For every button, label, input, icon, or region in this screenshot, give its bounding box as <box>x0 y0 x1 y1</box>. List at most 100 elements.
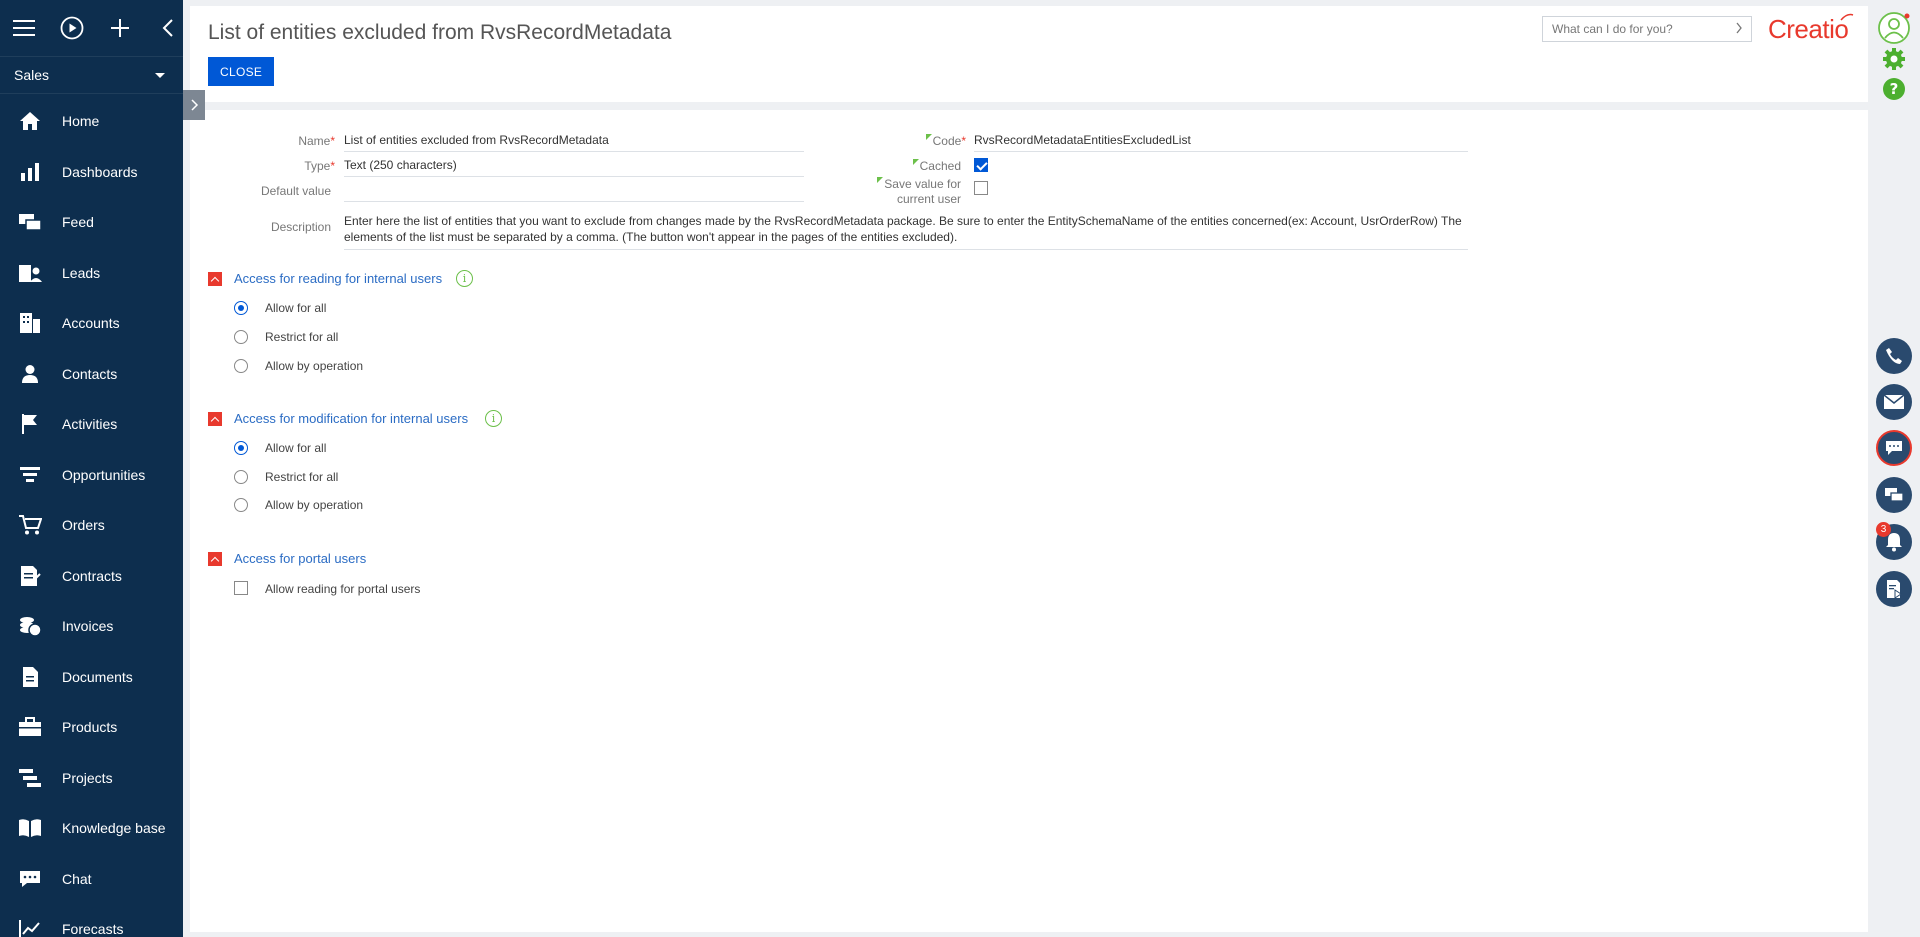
sidebar-item-invoices[interactable]: Invoices <box>0 601 183 652</box>
sidebar-item-orders[interactable]: Orders <box>0 500 183 551</box>
sidebar-item-documents[interactable]: Documents <box>0 652 183 703</box>
right-rail: ? 3 <box>1868 0 1920 937</box>
hamburger-menu-icon[interactable] <box>12 16 36 40</box>
forecast-icon <box>18 917 42 937</box>
default-value-field[interactable] <box>344 183 804 202</box>
bar-chart-icon <box>18 160 42 184</box>
email-button[interactable] <box>1876 384 1912 420</box>
radio-label: Allow for all <box>265 301 327 315</box>
command-line[interactable] <box>1542 16 1752 42</box>
modification-restrict-all-radio[interactable] <box>234 470 248 484</box>
info-icon[interactable]: i <box>485 410 502 427</box>
play-process-icon[interactable] <box>60 16 84 40</box>
email-icon <box>1876 384 1912 420</box>
conversation-icon <box>1876 477 1912 513</box>
expand-panel-tab[interactable] <box>183 90 205 120</box>
cached-checkbox[interactable] <box>974 158 988 172</box>
close-button[interactable]: CLOSE <box>208 57 275 86</box>
code-label: Code* <box>890 134 966 148</box>
settings-gear[interactable] <box>1876 45 1912 73</box>
sidebar-item-leads[interactable]: Leads <box>0 248 183 299</box>
portal-reading-checkbox[interactable] <box>234 581 248 595</box>
sidebar-item-label: Leads <box>62 264 101 281</box>
sidebar-item-accounts[interactable]: Accounts <box>0 298 183 349</box>
sidebar-item-projects[interactable]: Projects <box>0 753 183 804</box>
chevron-left-icon[interactable] <box>156 16 180 40</box>
sidebar-item-dashboards[interactable]: Dashboards <box>0 147 183 198</box>
info-icon[interactable]: i <box>456 270 473 287</box>
gear-icon <box>1883 48 1905 70</box>
description-field[interactable]: Enter here the list of entities that you… <box>344 213 1468 250</box>
sidebar-item-products[interactable]: Products <box>0 702 183 753</box>
sidebar-item-contacts[interactable]: Contacts <box>0 349 183 400</box>
cart-icon <box>18 513 42 537</box>
building-icon <box>18 311 42 335</box>
reading-group-toggle[interactable] <box>208 272 222 286</box>
chat-icon <box>18 867 42 891</box>
search-input[interactable] <box>1552 22 1730 36</box>
feed-icon <box>18 210 42 234</box>
radio-label: Allow by operation <box>265 498 364 512</box>
svg-text:?: ? <box>1890 80 1899 98</box>
chat-panel-button[interactable] <box>1876 430 1912 466</box>
sidebar-item-knowledge-base[interactable]: Knowledge base <box>0 803 183 854</box>
modification-group-toggle[interactable] <box>208 412 222 426</box>
sidebar-item-activities[interactable]: Activities <box>0 399 183 450</box>
type-field[interactable]: Text (250 characters) <box>344 158 804 177</box>
name-field[interactable]: List of entities excluded from RvsRecord… <box>344 133 804 152</box>
localizable-marker <box>912 159 919 165</box>
localizable-marker <box>925 134 932 140</box>
sidebar-item-home[interactable]: Home <box>0 96 183 147</box>
document-icon <box>18 665 42 689</box>
creatio-logo: Creatio <box>1768 14 1849 44</box>
code-field[interactable]: RvsRecordMetadataEntitiesExcludedList <box>974 133 1468 152</box>
sidebar-item-feed[interactable]: Feed <box>0 197 183 248</box>
sidebar-item-label: Dashboards <box>62 163 138 180</box>
feed-panel-button[interactable] <box>1876 477 1912 513</box>
person-icon <box>18 362 42 386</box>
radio-label: Allow by operation <box>265 359 364 373</box>
profile-avatar[interactable] <box>1876 10 1912 46</box>
settings-form: Name* List of entities excluded from Rvs… <box>190 110 1868 932</box>
save-value-checkbox[interactable] <box>974 181 988 195</box>
sidebar-item-label: Home <box>62 113 100 130</box>
sidebar-item-opportunities[interactable]: Opportunities <box>0 450 183 501</box>
modification-group-title[interactable]: Access for modification for internal use… <box>234 411 468 426</box>
sidebar-item-label: Forecasts <box>62 921 124 937</box>
workplace-label: Sales <box>14 67 50 83</box>
sidebar-item-label: Invoices <box>62 618 114 635</box>
add-icon[interactable] <box>108 16 132 40</box>
name-label: Name* <box>298 134 335 148</box>
reading-restrict-all-radio[interactable] <box>234 330 248 344</box>
leads-icon <box>18 261 42 285</box>
modification-allow-all-radio[interactable] <box>234 441 248 455</box>
sidebar-item-label: Contracts <box>62 567 122 584</box>
reading-group-title[interactable]: Access for reading for internal users <box>234 271 442 286</box>
user-avatar-icon <box>1878 12 1910 44</box>
sidebar-nav: Home Dashboards Feed Leads Accounts Cont… <box>0 94 183 937</box>
notifications-button[interactable]: 3 <box>1876 522 1912 560</box>
chevron-right-icon[interactable] <box>1735 22 1743 37</box>
modification-by-operation-radio[interactable] <box>234 498 248 512</box>
sidebar-item-contracts[interactable]: Contracts <box>0 551 183 602</box>
type-label: Type* <box>304 159 335 173</box>
sidebar-item-label: Feed <box>62 214 94 231</box>
chevron-down-icon <box>155 72 165 78</box>
reading-by-operation-radio[interactable] <box>234 359 248 373</box>
sidebar: Sales Home Dashboards Feed Leads Account… <box>0 0 183 937</box>
invoice-icon <box>18 614 42 638</box>
portal-group-title[interactable]: Access for portal users <box>234 551 366 566</box>
checkbox-label: Allow reading for portal users <box>265 582 421 596</box>
book-icon <box>18 816 42 840</box>
portal-group-toggle[interactable] <box>208 552 222 566</box>
phone-button[interactable] <box>1876 338 1912 374</box>
help-button[interactable]: ? <box>1876 75 1912 103</box>
reading-allow-all-radio[interactable] <box>234 301 248 315</box>
sidebar-item-label: Documents <box>62 668 133 685</box>
sidebar-item-chat[interactable]: Chat <box>0 854 183 905</box>
briefcase-icon <box>18 715 42 739</box>
process-panel-button[interactable] <box>1876 571 1912 607</box>
workplace-selector[interactable]: Sales <box>0 56 183 94</box>
radio-label: Restrict for all <box>265 330 339 344</box>
sidebar-item-forecasts[interactable]: Forecasts <box>0 904 183 937</box>
